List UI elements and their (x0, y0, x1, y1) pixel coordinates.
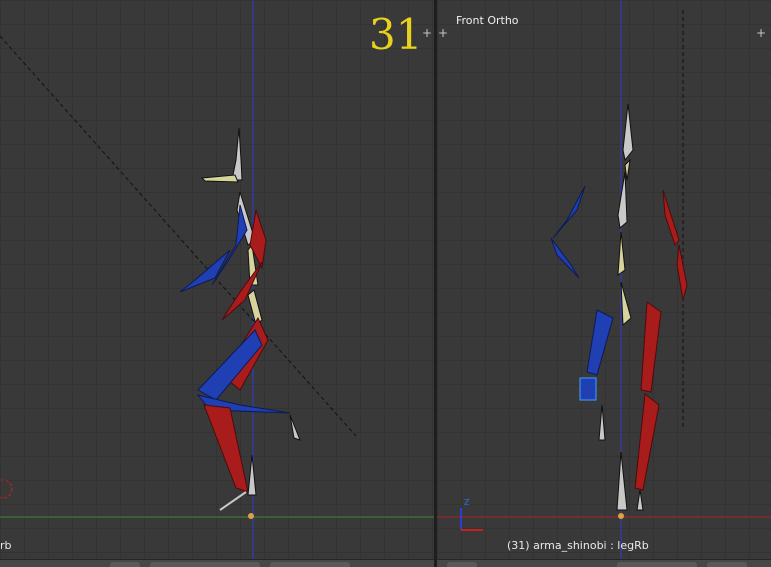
root-bone[interactable] (247, 454, 257, 496)
shoulder-bone[interactable] (200, 174, 239, 183)
camera-guide-line (0, 35, 357, 437)
right-status-text: (31) arma_shinobi : legRb (507, 539, 649, 552)
thigh-right-bone[interactable] (640, 301, 662, 393)
right-3d-viewport[interactable]: Front Ortho Z (31) arma_shinobi : legRb … (437, 0, 771, 567)
mode-selector[interactable] (617, 562, 697, 567)
arm-right-upper-bone[interactable] (662, 189, 680, 247)
view-label: Front Ortho (456, 14, 519, 27)
view-menu-button[interactable] (110, 562, 140, 567)
thigh-left-bone[interactable] (586, 309, 614, 376)
arm-left-upper-bone[interactable] (552, 185, 586, 239)
split-area-icon[interactable]: + (421, 27, 433, 39)
mode-selector[interactable] (150, 562, 260, 567)
arm-left-lower-bone[interactable] (550, 237, 580, 279)
head-bone[interactable] (231, 127, 243, 181)
left-status-text: rb (0, 539, 12, 552)
hip-bone[interactable] (620, 281, 632, 327)
3d-cursor[interactable] (0, 479, 13, 499)
hip-bone[interactable] (247, 289, 263, 326)
split-area-icon-right[interactable]: + (755, 27, 767, 39)
shin-left-bone-selected[interactable] (579, 377, 597, 401)
arm-right-lower-bone[interactable] (676, 244, 688, 301)
split-area-icon[interactable]: + (437, 27, 449, 39)
left-scene[interactable] (0, 0, 434, 567)
layer-buttons[interactable] (270, 562, 350, 567)
right-scene[interactable] (437, 0, 771, 567)
left-header-bar[interactable] (0, 559, 434, 567)
foot-left-bone[interactable] (598, 404, 606, 441)
foot-right-bone[interactable] (636, 489, 644, 511)
layer-buttons[interactable] (707, 562, 747, 567)
arm-left-lower-bone[interactable] (179, 249, 231, 293)
gizmo-z-label: Z (464, 498, 470, 507)
right-header-bar[interactable] (437, 559, 771, 567)
shin-right-bone[interactable] (634, 393, 660, 491)
root-bone[interactable] (616, 451, 628, 511)
neck-bone[interactable] (624, 158, 631, 181)
left-3d-viewport[interactable]: 31 rb + (0, 0, 434, 567)
shin-right-bone[interactable] (203, 404, 249, 493)
origin-point (618, 513, 624, 519)
origin-point (248, 513, 254, 519)
foot-left-bone[interactable] (289, 414, 301, 441)
view-menu-button[interactable] (447, 562, 477, 567)
spine-bone[interactable] (617, 231, 626, 277)
head-bone[interactable] (622, 103, 634, 162)
foot-right-bone[interactable] (219, 491, 247, 511)
frame-number: 31 (369, 10, 423, 59)
chest-bone[interactable] (617, 171, 628, 229)
